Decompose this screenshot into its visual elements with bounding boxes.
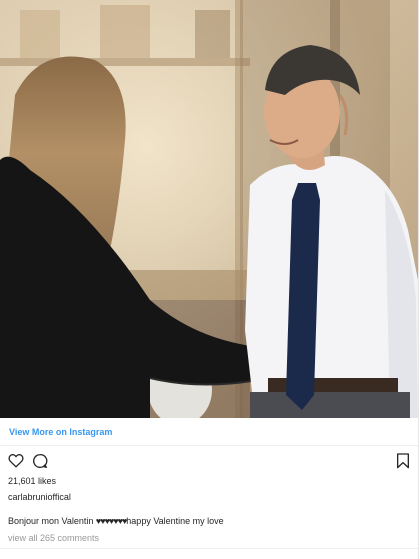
bottom-divider [0,548,418,549]
likes-count[interactable]: 21,601 likes [8,476,56,486]
comment-bubble-icon[interactable] [32,453,48,469]
view-all-comments-link[interactable]: view all 265 comments [8,533,99,543]
post-photo[interactable] [0,0,418,418]
post-username[interactable]: carlabrunioffical [8,492,71,502]
divider [0,445,418,446]
instagram-embed-card: View More on Instagram 21,601 likes carl… [0,0,419,559]
bookmark-icon[interactable] [396,453,410,469]
caption-text-start: Bonjour mon Valentin [8,516,96,526]
post-action-bar [0,450,418,472]
caption-text-end: happy Valentine my love [126,516,224,526]
heart-outline-icon[interactable] [8,453,24,468]
caption-hearts: ♥♥♥♥♥♥♥ [95,516,127,526]
post-caption: Bonjour mon Valentin ♥♥♥♥♥♥♥happy Valent… [8,516,224,526]
view-more-on-instagram-link[interactable]: View More on Instagram [9,427,112,437]
